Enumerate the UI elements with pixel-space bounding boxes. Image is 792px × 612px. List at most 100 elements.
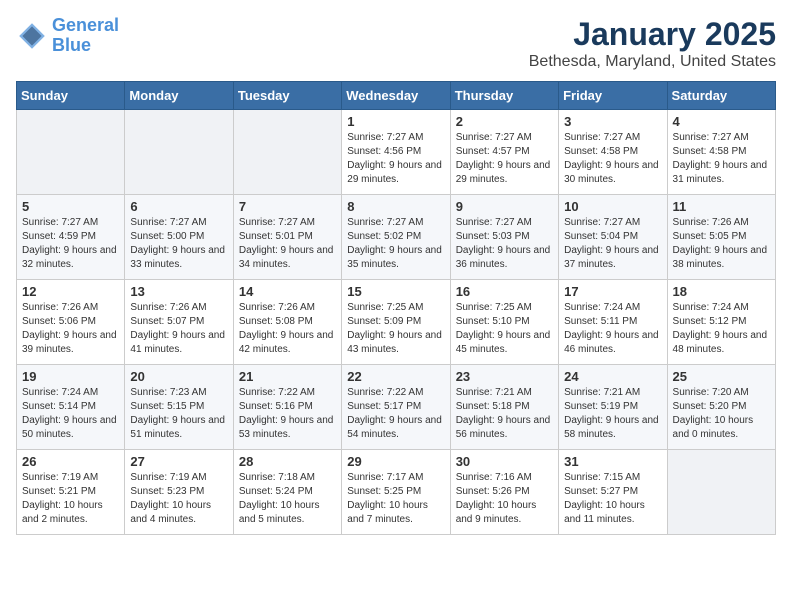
calendar-cell: 6Sunrise: 7:27 AM Sunset: 5:00 PM Daylig… xyxy=(125,195,233,280)
location: Bethesda, Maryland, United States xyxy=(529,53,776,71)
week-row-2: 5 Sunrise: 7:27 AM Sunset: 4:59 PM Daylig… xyxy=(17,195,776,280)
calendar-cell: 28 Sunrise: 7:18 AM Sunset: 5:24 PM Dayli… xyxy=(233,450,341,535)
calendar-cell: 4Sunrise: 7:27 AM Sunset: 4:58 PM Daylig… xyxy=(667,110,775,195)
week-row-5: 26Sunrise: 7:19 AM Sunset: 5:21 PM Dayli… xyxy=(17,450,776,535)
calendar-cell xyxy=(233,110,341,195)
calendar-cell: 29Sunrise: 7:17 AM Sunset: 5:25 PM Dayli… xyxy=(342,450,450,535)
calendar-cell: 11 Sunrise: 7:26 AM Sunset: 5:05 PM Dayli… xyxy=(667,195,775,280)
day-number: 23 xyxy=(456,369,553,384)
day-number: 25 xyxy=(673,369,770,384)
day-number: 9 xyxy=(456,199,553,214)
day-number: 18 xyxy=(673,284,770,299)
day-info: Sunrise: 7:25 AM Sunset: 5:09 PM Dayligh… xyxy=(347,301,444,357)
weekday-header-row: SundayMondayTuesdayWednesdayThursdayFrid… xyxy=(17,82,776,110)
day-info: Sunrise: 7:27 AM Sunset: 4:56 PM Dayligh… xyxy=(347,131,444,187)
day-number: 15 xyxy=(347,284,444,299)
calendar-cell: 27Sunrise: 7:19 AM Sunset: 5:23 PM Dayli… xyxy=(125,450,233,535)
day-number: 30 xyxy=(456,454,553,469)
calendar-cell: 5 Sunrise: 7:27 AM Sunset: 4:59 PM Daylig… xyxy=(17,195,125,280)
day-number: 14 xyxy=(239,284,336,299)
calendar-table: SundayMondayTuesdayWednesdayThursdayFrid… xyxy=(16,81,776,535)
calendar-cell: 3 Sunrise: 7:27 AM Sunset: 4:58 PM Daylig… xyxy=(559,110,667,195)
calendar-cell: 30 Sunrise: 7:16 AM Sunset: 5:26 PM Dayli… xyxy=(450,450,558,535)
day-number: 11 xyxy=(673,199,770,214)
day-number: 17 xyxy=(564,284,661,299)
calendar-cell: 22Sunrise: 7:22 AM Sunset: 5:17 PM Dayli… xyxy=(342,365,450,450)
calendar-cell: 21 Sunrise: 7:22 AM Sunset: 5:16 PM Dayli… xyxy=(233,365,341,450)
day-number: 28 xyxy=(239,454,336,469)
weekday-header-wednesday: Wednesday xyxy=(342,82,450,110)
day-info: Sunrise: 7:25 AM Sunset: 5:10 PM Dayligh… xyxy=(456,301,553,357)
weekday-header-friday: Friday xyxy=(559,82,667,110)
day-info: Sunrise: 7:27 AM Sunset: 5:02 PM Dayligh… xyxy=(347,216,444,272)
calendar-cell: 10 Sunrise: 7:27 AM Sunset: 5:04 PM Dayli… xyxy=(559,195,667,280)
calendar-cell: 9 Sunrise: 7:27 AM Sunset: 5:03 PM Daylig… xyxy=(450,195,558,280)
day-number: 10 xyxy=(564,199,661,214)
calendar-cell: 14Sunrise: 7:26 AM Sunset: 5:08 PM Dayli… xyxy=(233,280,341,365)
calendar-cell xyxy=(125,110,233,195)
day-info: Sunrise: 7:15 AM Sunset: 5:27 PM Dayligh… xyxy=(564,471,661,527)
day-number: 8 xyxy=(347,199,444,214)
calendar-cell: 12 Sunrise: 7:26 AM Sunset: 5:06 PM Dayli… xyxy=(17,280,125,365)
calendar-cell: 25 Sunrise: 7:20 AM Sunset: 5:20 PM Dayli… xyxy=(667,365,775,450)
day-info: Sunrise: 7:24 AM Sunset: 5:12 PM Dayligh… xyxy=(673,301,770,357)
calendar-cell: 8 Sunrise: 7:27 AM Sunset: 5:02 PM Daylig… xyxy=(342,195,450,280)
day-number: 3 xyxy=(564,114,661,129)
day-info: Sunrise: 7:22 AM Sunset: 5:16 PM Dayligh… xyxy=(239,386,336,442)
day-info: Sunrise: 7:21 AM Sunset: 5:19 PM Dayligh… xyxy=(564,386,661,442)
calendar-cell: 13Sunrise: 7:26 AM Sunset: 5:07 PM Dayli… xyxy=(125,280,233,365)
day-info: Sunrise: 7:16 AM Sunset: 5:26 PM Dayligh… xyxy=(456,471,553,527)
calendar-cell: 20 Sunrise: 7:23 AM Sunset: 5:15 PM Dayli… xyxy=(125,365,233,450)
day-number: 19 xyxy=(22,369,119,384)
weekday-header-monday: Monday xyxy=(125,82,233,110)
calendar-cell: 17 Sunrise: 7:24 AM Sunset: 5:11 PM Dayli… xyxy=(559,280,667,365)
day-number: 1 xyxy=(347,114,444,129)
day-info: Sunrise: 7:27 AM Sunset: 4:59 PM Dayligh… xyxy=(22,216,119,272)
month-title: January 2025 xyxy=(529,16,776,53)
logo-text: General Blue xyxy=(52,16,119,56)
week-row-1: 1 Sunrise: 7:27 AM Sunset: 4:56 PM Daylig… xyxy=(17,110,776,195)
day-number: 21 xyxy=(239,369,336,384)
calendar-cell: 31 Sunrise: 7:15 AM Sunset: 5:27 PM Dayli… xyxy=(559,450,667,535)
day-info: Sunrise: 7:26 AM Sunset: 5:05 PM Dayligh… xyxy=(673,216,770,272)
calendar-cell: 18 Sunrise: 7:24 AM Sunset: 5:12 PM Dayli… xyxy=(667,280,775,365)
weekday-header-tuesday: Tuesday xyxy=(233,82,341,110)
day-number: 12 xyxy=(22,284,119,299)
weekday-header-saturday: Saturday xyxy=(667,82,775,110)
day-info: Sunrise: 7:23 AM Sunset: 5:15 PM Dayligh… xyxy=(130,386,227,442)
day-info: Sunrise: 7:27 AM Sunset: 5:00 PM Dayligh… xyxy=(130,216,227,272)
day-number: 5 xyxy=(22,199,119,214)
week-row-3: 12 Sunrise: 7:26 AM Sunset: 5:06 PM Dayli… xyxy=(17,280,776,365)
day-number: 16 xyxy=(456,284,553,299)
day-number: 22 xyxy=(347,369,444,384)
day-info: Sunrise: 7:27 AM Sunset: 5:01 PM Dayligh… xyxy=(239,216,336,272)
day-info: Sunrise: 7:17 AM Sunset: 5:25 PM Dayligh… xyxy=(347,471,444,527)
day-info: Sunrise: 7:18 AM Sunset: 5:24 PM Dayligh… xyxy=(239,471,336,527)
day-info: Sunrise: 7:24 AM Sunset: 5:11 PM Dayligh… xyxy=(564,301,661,357)
day-info: Sunrise: 7:27 AM Sunset: 5:03 PM Dayligh… xyxy=(456,216,553,272)
week-row-4: 19 Sunrise: 7:24 AM Sunset: 5:14 PM Dayli… xyxy=(17,365,776,450)
day-info: Sunrise: 7:19 AM Sunset: 5:21 PM Dayligh… xyxy=(22,471,119,527)
logo-icon xyxy=(16,20,48,52)
calendar-cell xyxy=(17,110,125,195)
day-number: 7 xyxy=(239,199,336,214)
day-info: Sunrise: 7:19 AM Sunset: 5:23 PM Dayligh… xyxy=(130,471,227,527)
calendar-cell: 24 Sunrise: 7:21 AM Sunset: 5:19 PM Dayli… xyxy=(559,365,667,450)
day-info: Sunrise: 7:24 AM Sunset: 5:14 PM Dayligh… xyxy=(22,386,119,442)
day-number: 2 xyxy=(456,114,553,129)
day-info: Sunrise: 7:27 AM Sunset: 5:04 PM Dayligh… xyxy=(564,216,661,272)
calendar-cell: 19 Sunrise: 7:24 AM Sunset: 5:14 PM Dayli… xyxy=(17,365,125,450)
calendar-cell: 2 Sunrise: 7:27 AM Sunset: 4:57 PM Daylig… xyxy=(450,110,558,195)
weekday-header-sunday: Sunday xyxy=(17,82,125,110)
day-info: Sunrise: 7:26 AM Sunset: 5:06 PM Dayligh… xyxy=(22,301,119,357)
day-number: 24 xyxy=(564,369,661,384)
calendar-cell: 26Sunrise: 7:19 AM Sunset: 5:21 PM Dayli… xyxy=(17,450,125,535)
day-info: Sunrise: 7:27 AM Sunset: 4:58 PM Dayligh… xyxy=(564,131,661,187)
calendar-cell: 16 Sunrise: 7:25 AM Sunset: 5:10 PM Dayli… xyxy=(450,280,558,365)
day-number: 13 xyxy=(130,284,227,299)
day-info: Sunrise: 7:27 AM Sunset: 4:57 PM Dayligh… xyxy=(456,131,553,187)
day-info: Sunrise: 7:20 AM Sunset: 5:20 PM Dayligh… xyxy=(673,386,770,442)
calendar-cell: 1 Sunrise: 7:27 AM Sunset: 4:56 PM Daylig… xyxy=(342,110,450,195)
day-number: 20 xyxy=(130,369,227,384)
day-number: 31 xyxy=(564,454,661,469)
